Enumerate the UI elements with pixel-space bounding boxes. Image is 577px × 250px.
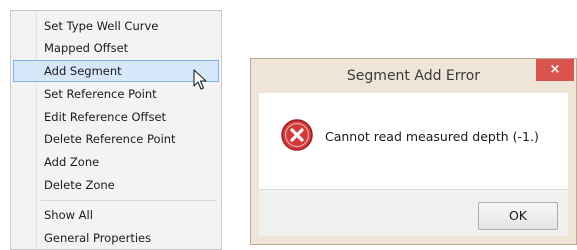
mouse-pointer-icon xyxy=(193,69,207,90)
ok-button[interactable]: OK xyxy=(478,202,558,230)
menu-item-edit-reference-offset[interactable]: Edit Reference Offset xyxy=(13,106,219,128)
menu-item-set-type-well-curve[interactable]: Set Type Well Curve xyxy=(13,15,219,37)
error-message: Cannot read measured depth (-1.) xyxy=(325,129,539,144)
dialog-title: Segment Add Error xyxy=(346,68,481,84)
menu-item-delete-zone[interactable]: Delete Zone xyxy=(13,174,219,196)
menu-item-delete-reference-point[interactable]: Delete Reference Point xyxy=(13,128,219,150)
error-icon xyxy=(281,119,313,151)
menu-item-set-reference-point[interactable]: Set Reference Point xyxy=(13,83,219,105)
context-menu: Set Type Well Curve Mapped Offset Add Se… xyxy=(10,10,222,250)
menu-item-show-all[interactable]: Show All xyxy=(13,204,219,226)
menu-item-mapped-offset[interactable]: Mapped Offset xyxy=(13,37,219,59)
menu-separator xyxy=(41,200,217,201)
error-dialog: Segment Add Error × Cannot read measured… xyxy=(250,58,577,245)
menu-item-general-properties[interactable]: General Properties xyxy=(13,227,219,249)
dialog-footer: OK xyxy=(259,189,568,236)
dialog-content: Cannot read measured depth (-1.) xyxy=(259,93,568,189)
menu-item-add-zone[interactable]: Add Zone xyxy=(13,151,219,173)
menu-item-add-segment[interactable]: Add Segment xyxy=(13,60,219,82)
close-button[interactable]: × xyxy=(536,59,574,81)
